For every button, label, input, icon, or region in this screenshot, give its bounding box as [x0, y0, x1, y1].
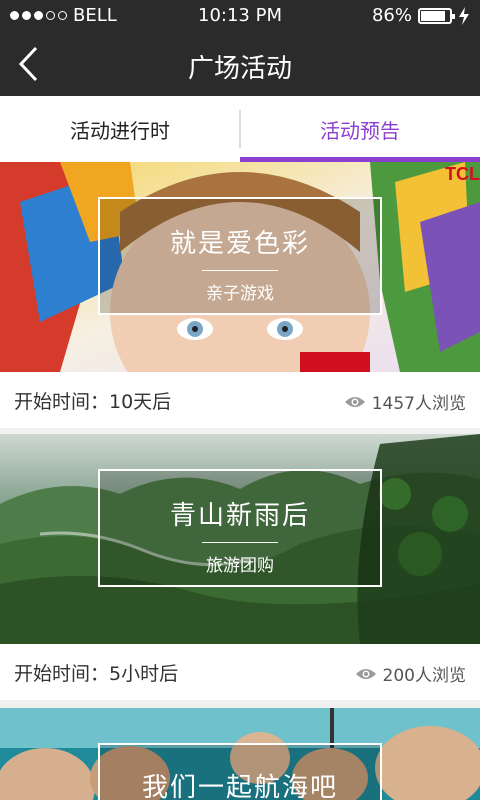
views-count: 200人浏览: [382, 666, 466, 686]
activity-info-bar: 开始时间：10天后 1457人浏览: [0, 372, 480, 428]
eye-icon: [344, 396, 365, 407]
activity-title: 青山新雨后: [169, 501, 310, 531]
tcl-logo-text: TCL: [445, 164, 480, 184]
tab-upcoming[interactable]: 活动预告: [240, 96, 480, 162]
tab-divider: [239, 110, 241, 148]
title-divider: [202, 542, 278, 543]
tab-upcoming-label: 活动预告: [320, 118, 400, 143]
activity-image: 青山新雨后 旅游团购: [0, 434, 480, 644]
page-title: 广场活动: [187, 54, 292, 84]
activity-title: 我们一起航海吧: [141, 773, 338, 800]
charging-bolt-icon: [459, 6, 469, 25]
activity-image: 我们一起航海吧: [0, 708, 480, 800]
activity-category: 旅游团购: [206, 556, 274, 576]
title-divider: [202, 270, 278, 271]
activity-views: 200人浏览: [355, 661, 466, 686]
activity-category: 亲子游戏: [206, 284, 274, 304]
activity-title: 就是爱色彩: [169, 229, 310, 259]
eye-icon: [355, 668, 376, 679]
activity-info-bar: 开始时间：5小时后 200人浏览: [0, 644, 480, 700]
status-bar: BELL 10:13 PM 86%: [0, 0, 480, 32]
battery-percent: 86%: [371, 5, 412, 26]
activity-start-time: 开始时间：10天后: [14, 391, 172, 413]
activity-title-overlay: 我们一起航海吧: [98, 743, 382, 800]
battery-icon: [418, 7, 455, 24]
activity-title-overlay: 就是爱色彩 亲子游戏: [98, 197, 382, 315]
tab-ongoing[interactable]: 活动进行时: [0, 96, 240, 162]
battery-status: 86%: [372, 5, 470, 26]
views-count: 1457人浏览: [371, 394, 466, 414]
activity-views: 1457人浏览: [344, 389, 466, 414]
activity-image: TCL 就是爱色彩 亲子游戏: [0, 162, 480, 372]
tab-ongoing-label: 活动进行时: [70, 118, 170, 143]
activity-start-time: 开始时间：5小时后: [14, 663, 179, 685]
top-navigation-bar: 广场活动: [0, 32, 480, 96]
activity-title-overlay: 青山新雨后 旅游团购: [98, 469, 382, 587]
